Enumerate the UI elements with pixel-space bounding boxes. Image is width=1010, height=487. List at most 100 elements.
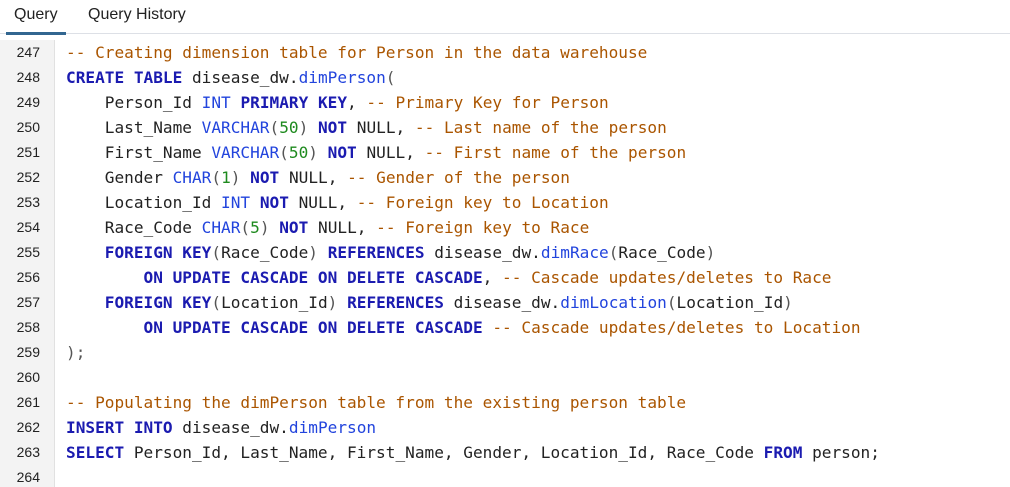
code-text: Last_Name VARCHAR(50) NOT NULL, -- Last … xyxy=(66,115,667,140)
code-token: ( xyxy=(279,143,289,162)
code-token: CHAR xyxy=(172,168,212,187)
code-line[interactable]: 247 -- Creating dimension table for Perso… xyxy=(0,40,1010,65)
code-token: NULL, xyxy=(279,168,348,187)
code-token: INT xyxy=(221,193,251,212)
code-text: ON UPDATE CASCADE ON DELETE CASCADE -- C… xyxy=(66,315,861,340)
code-line[interactable]: 251 First_Name VARCHAR(50) NOT NULL, -- … xyxy=(0,140,1010,165)
line-number: 253 xyxy=(16,194,40,210)
code-token: VARCHAR xyxy=(201,118,270,137)
code-text: CREATE TABLE disease_dw.dimPerson( xyxy=(66,65,395,90)
code-token: -- Populating the dimPerson table from t… xyxy=(66,393,687,412)
code-token: Person_Id xyxy=(66,93,202,112)
code-token: Race_Code xyxy=(66,218,202,237)
code-token: -- Foreign key to Location xyxy=(356,193,609,212)
code-token: NOT xyxy=(259,193,289,212)
code-token: , xyxy=(347,93,367,112)
code-token: ON UPDATE CASCADE ON DELETE CASCADE xyxy=(143,268,483,287)
code-line[interactable]: 259); xyxy=(0,340,1010,365)
line-number: 264 xyxy=(16,469,40,485)
code-text: -- Creating dimension table for Person i… xyxy=(66,40,647,65)
code-token: FOREIGN KEY xyxy=(104,293,212,312)
code-text: INSERT INTO disease_dw.dimPerson xyxy=(66,415,376,440)
code-token: VARCHAR xyxy=(211,143,280,162)
code-token: NOT xyxy=(279,218,309,237)
code-line[interactable]: 252 Gender CHAR(1) NOT NULL, -- Gender o… xyxy=(0,165,1010,190)
code-token: ( xyxy=(211,243,222,262)
code-line[interactable]: 253 Location_Id INT NOT NULL, -- Foreign… xyxy=(0,190,1010,215)
code-token: SELECT xyxy=(66,443,125,462)
code-line[interactable]: 261 -- Populating the dimPerson table fro… xyxy=(0,390,1010,415)
code-token: dimRace xyxy=(540,243,609,262)
code-token: ON UPDATE CASCADE ON DELETE CASCADE xyxy=(143,318,483,337)
code-token: -- Gender of the person xyxy=(347,168,570,187)
code-token: -- First name of the person xyxy=(424,143,687,162)
code-token: NULL, xyxy=(356,143,425,162)
code-token: NULL, xyxy=(347,118,415,137)
code-token: FOREIGN KEY xyxy=(104,243,212,262)
code-token: INT xyxy=(201,93,231,112)
line-number: 263 xyxy=(16,444,40,460)
code-token: -- Primary Key for Person xyxy=(366,93,609,112)
code-token: -- Last name of the person xyxy=(414,118,667,137)
code-line[interactable]: 249 Person_Id INT PRIMARY KEY, -- Primar… xyxy=(0,90,1010,115)
sql-editor[interactable]: 247 -- Creating dimension table for Perso… xyxy=(0,40,1010,487)
code-line[interactable]: 248 CREATE TABLE disease_dw.dimPerson( xyxy=(0,65,1010,90)
code-line[interactable]: 255 FOREIGN KEY(Race_Code) REFERENCES di… xyxy=(0,240,1010,265)
line-number: 260 xyxy=(16,369,40,385)
code-token: ); xyxy=(66,343,86,362)
code-token: ( xyxy=(240,218,251,237)
code-token: INSERT INTO xyxy=(66,418,173,437)
code-token: person; xyxy=(802,443,880,462)
code-line[interactable]: 254 Race_Code CHAR(5) NOT NULL, -- Forei… xyxy=(0,215,1010,240)
code-token: REFERENCES xyxy=(327,243,425,262)
code-token: ) xyxy=(230,168,241,187)
code-line[interactable]: 264 xyxy=(0,465,1010,487)
code-token: PRIMARY KEY xyxy=(240,93,348,112)
code-token: Location_Id xyxy=(66,193,222,212)
code-text: Person_Id INT PRIMARY KEY, -- Primary Ke… xyxy=(66,90,609,115)
line-number: 251 xyxy=(16,144,40,160)
code-text: -- Populating the dimPerson table from t… xyxy=(66,390,686,415)
code-text: Gender CHAR(1) NOT NULL, -- Gender of th… xyxy=(66,165,570,190)
code-token: 5 xyxy=(250,218,260,237)
code-token: ( xyxy=(269,118,280,137)
code-token: disease_dw. xyxy=(182,68,299,87)
code-token: NOT xyxy=(327,143,357,162)
line-number: 258 xyxy=(16,319,40,335)
code-line[interactable]: 262 INSERT INTO disease_dw.dimPerson xyxy=(0,415,1010,440)
code-token: REFERENCES xyxy=(347,293,444,312)
code-token: ) xyxy=(783,293,793,312)
code-token: ( xyxy=(211,293,222,312)
tab-query-history[interactable]: Query History xyxy=(80,0,194,34)
tab-query[interactable]: Query xyxy=(6,0,66,35)
code-token: 50 xyxy=(288,143,309,162)
code-line[interactable]: 257 FOREIGN KEY(Location_Id) REFERENCES … xyxy=(0,290,1010,315)
code-token: ) xyxy=(308,143,318,162)
code-token: NOT xyxy=(250,168,280,187)
code-text: FOREIGN KEY(Location_Id) REFERENCES dise… xyxy=(66,290,793,315)
code-token: -- Foreign key to Race xyxy=(376,218,590,237)
code-token: Gender xyxy=(66,168,173,187)
code-line[interactable]: 256 ON UPDATE CASCADE ON DELETE CASCADE,… xyxy=(0,265,1010,290)
code-line[interactable]: 258 ON UPDATE CASCADE ON DELETE CASCADE … xyxy=(0,315,1010,340)
code-text: SELECT Person_Id, Last_Name, First_Name,… xyxy=(66,440,880,465)
code-token: CREATE TABLE xyxy=(66,68,183,87)
code-token: Race_Code xyxy=(618,243,706,262)
code-line[interactable]: 260 xyxy=(0,365,1010,390)
code-line[interactable]: 250 Last_Name VARCHAR(50) NOT NULL, -- L… xyxy=(0,115,1010,140)
code-line[interactable]: 263 SELECT Person_Id, Last_Name, First_Na… xyxy=(0,440,1010,465)
line-number: 262 xyxy=(16,419,40,435)
code-token: First_Name xyxy=(66,143,212,162)
code-token: FROM xyxy=(763,443,803,462)
editor-tab-bar: Query Query History xyxy=(0,0,1010,35)
code-token: ( xyxy=(211,168,222,187)
line-number: 250 xyxy=(16,119,40,135)
